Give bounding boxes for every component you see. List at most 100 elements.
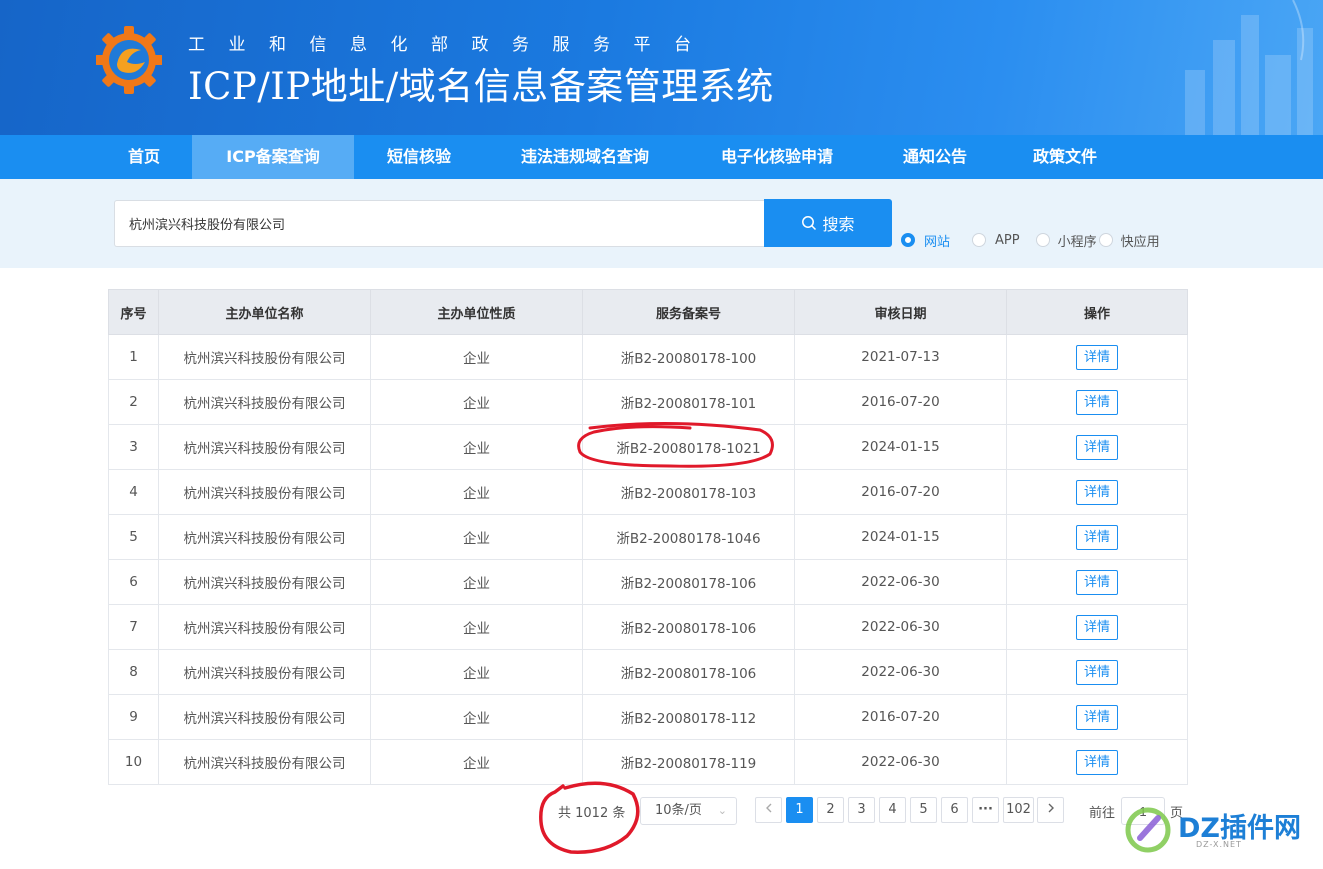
cell-org-nature: 企业 [370, 559, 583, 605]
search-type-group: 网站 APP 小程序 快应用 [901, 230, 1160, 250]
cell-org-name: 杭州滨兴科技股份有限公司 [158, 379, 371, 425]
nav-item-illegal-domain-query[interactable]: 违法违规域名查询 [496, 135, 674, 179]
search-input[interactable] [114, 200, 766, 247]
nav-item-icp-query[interactable]: ICP备案查询 [192, 135, 354, 179]
chevron-down-icon: ⌄ [717, 804, 727, 817]
cell-org-name: 杭州滨兴科技股份有限公司 [158, 469, 371, 515]
search-button[interactable]: 搜索 [764, 199, 892, 247]
cell-action: 详情 [1006, 334, 1188, 380]
column-header-review-date: 审核日期 [794, 289, 1007, 335]
detail-button[interactable]: 详情 [1076, 524, 1118, 550]
cell-org-name: 杭州滨兴科技股份有限公司 [158, 739, 371, 785]
detail-button[interactable]: 详情 [1076, 749, 1118, 775]
cell-org-nature: 企业 [370, 469, 583, 515]
detail-button[interactable]: 详情 [1076, 704, 1118, 730]
detail-button[interactable]: 详情 [1076, 659, 1118, 685]
table-row: 1 杭州滨兴科技股份有限公司 企业 浙B2-20080178-100 2021-07-1… [108, 334, 1188, 380]
table-row: 8 杭州滨兴科技股份有限公司 企业 浙B2-20080178-106 2022-06-3… [108, 649, 1188, 695]
cell-no: 5 [108, 514, 159, 560]
page-button-4[interactable]: 4 [879, 797, 906, 823]
detail-button[interactable]: 详情 [1076, 389, 1118, 415]
cell-review-date: 2016-07-20 [794, 694, 1007, 740]
radio-label: 小程序 [1057, 234, 1097, 250]
cell-org-name: 杭州滨兴科技股份有限公司 [158, 334, 371, 380]
cell-action: 详情 [1006, 514, 1188, 560]
cell-no: 8 [108, 649, 159, 695]
cell-action: 详情 [1006, 379, 1188, 425]
main-nav: 首页 ICP备案查询 短信核验 违法违规域名查询 电子化核验申请 通知公告 政策… [0, 135, 1323, 179]
cell-no: 9 [108, 694, 159, 740]
cell-review-date: 2016-07-20 [794, 379, 1007, 425]
total-count: 共 1012 条 [558, 806, 626, 821]
cell-no: 4 [108, 469, 159, 515]
cell-review-date: 2022-06-30 [794, 649, 1007, 695]
page-button-1[interactable]: 1 [786, 797, 813, 823]
cell-license-no: 浙B2-20080178-106 [582, 559, 795, 605]
nav-item-e-verify-apply[interactable]: 电子化核验申请 [696, 135, 858, 179]
nav-item-home[interactable]: 首页 [105, 135, 183, 179]
column-header-org-nature: 主办单位性质 [370, 289, 583, 335]
next-page-button[interactable] [1037, 797, 1064, 823]
detail-button[interactable]: 详情 [1076, 344, 1118, 370]
table-row: 9 杭州滨兴科技股份有限公司 企业 浙B2-20080178-112 2016-07-2… [108, 694, 1188, 740]
cell-org-name: 杭州滨兴科技股份有限公司 [158, 694, 371, 740]
radio-circle [1035, 233, 1050, 247]
cell-license-no: 浙B2-20080178-100 [582, 334, 795, 380]
prev-page-button[interactable] [755, 797, 782, 823]
cell-review-date: 2022-06-30 [794, 604, 1007, 650]
chevron-right-icon [1048, 803, 1054, 813]
table-header-row: 序号 主办单位名称 主办单位性质 服务备案号 审核日期 操作 [108, 289, 1188, 335]
detail-button[interactable]: 详情 [1076, 614, 1118, 640]
radio-circle [972, 233, 987, 247]
table-row: 3 杭州滨兴科技股份有限公司 企业 浙B2-20080178-1021 2024-01-… [108, 424, 1188, 470]
page-button-6[interactable]: 6 [941, 797, 968, 823]
page-button-3[interactable]: 3 [848, 797, 875, 823]
goto-label: 前往 [1089, 806, 1116, 821]
cell-org-nature: 企业 [370, 694, 583, 740]
cell-org-name: 杭州滨兴科技股份有限公司 [158, 649, 371, 695]
nav-item-sms-verify[interactable]: 短信核验 [364, 135, 474, 179]
nav-item-policy-docs[interactable]: 政策文件 [1010, 135, 1120, 179]
cell-action: 详情 [1006, 739, 1188, 785]
radio-app[interactable]: APP [972, 233, 1020, 248]
cell-org-name: 杭州滨兴科技股份有限公司 [158, 604, 371, 650]
results-table-wrapper: 序号 主办单位名称 主办单位性质 服务备案号 审核日期 操作 1 杭州滨兴科技股份… [108, 289, 1188, 785]
page-size-value: 10条/页 [655, 803, 702, 818]
cell-no: 6 [108, 559, 159, 605]
cell-action: 详情 [1006, 559, 1188, 605]
column-header-no: 序号 [108, 289, 159, 335]
chevron-left-icon [765, 803, 771, 813]
cell-no: 10 [108, 739, 159, 785]
detail-button[interactable]: 详情 [1076, 434, 1118, 460]
radio-quick-app[interactable]: 快应用 [1098, 231, 1160, 250]
radio-website[interactable]: 网站 [901, 231, 950, 250]
cell-action: 详情 [1006, 469, 1188, 515]
cell-review-date: 2024-01-15 [794, 514, 1007, 560]
page-button-2[interactable]: 2 [817, 797, 844, 823]
table-row: 7 杭州滨兴科技股份有限公司 企业 浙B2-20080178-106 2022-06-3… [108, 604, 1188, 650]
cell-license-no: 浙B2-20080178-119 [582, 739, 795, 785]
cell-org-nature: 企业 [370, 379, 583, 425]
radio-label: 快应用 [1120, 234, 1160, 250]
cell-org-nature: 企业 [370, 739, 583, 785]
radio-mini-program[interactable]: 小程序 [1035, 231, 1097, 250]
detail-button[interactable]: 详情 [1076, 569, 1118, 595]
page-size-select[interactable]: 10条/页 ⌄ [640, 797, 737, 825]
results-table: 序号 主办单位名称 主办单位性质 服务备案号 审核日期 操作 1 杭州滨兴科技股份… [108, 289, 1188, 785]
cell-review-date: 2021-07-13 [794, 334, 1007, 380]
cell-action: 详情 [1006, 424, 1188, 470]
page-button-5[interactable]: 5 [910, 797, 937, 823]
column-header-license-no: 服务备案号 [582, 289, 795, 335]
cell-no: 3 [108, 424, 159, 470]
cell-org-nature: 企业 [370, 514, 583, 560]
nav-item-notices[interactable]: 通知公告 [880, 135, 990, 179]
table-body: 1 杭州滨兴科技股份有限公司 企业 浙B2-20080178-100 2021-07-1… [108, 334, 1188, 785]
radio-circle [901, 233, 915, 247]
page-button-last[interactable]: 102 [1003, 797, 1034, 823]
cell-action: 详情 [1006, 694, 1188, 740]
column-header-org-name: 主办单位名称 [158, 289, 371, 335]
cell-org-name: 杭州滨兴科技股份有限公司 [158, 559, 371, 605]
radio-label: APP [995, 232, 1020, 248]
page-ellipsis[interactable]: ··· [972, 797, 999, 823]
detail-button[interactable]: 详情 [1076, 479, 1118, 505]
